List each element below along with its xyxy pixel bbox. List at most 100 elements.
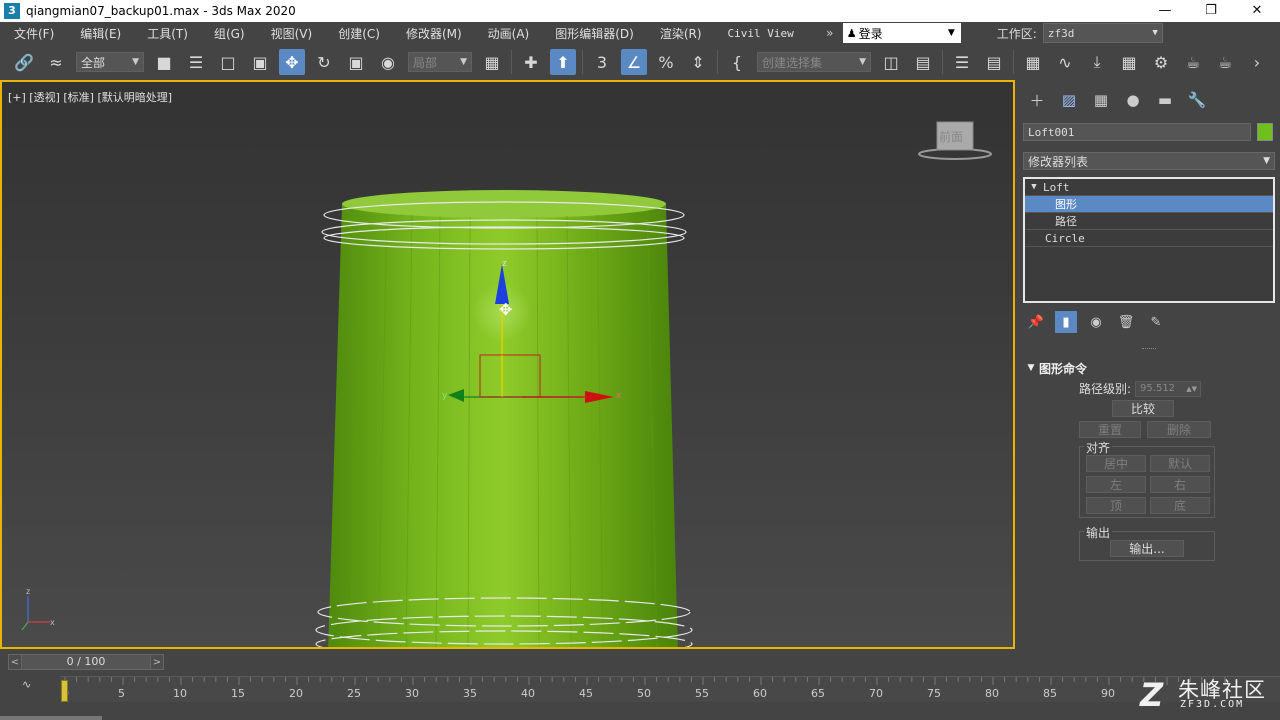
- stack-subitem-shape[interactable]: 图形: [1025, 196, 1273, 213]
- toolbar-overflow-icon[interactable]: ›: [1244, 49, 1270, 75]
- align-icon[interactable]: ▤: [910, 49, 936, 75]
- menu-civil-view[interactable]: Civil View: [715, 27, 807, 40]
- menu-rendering[interactable]: 渲染(R): [647, 25, 715, 42]
- toggle-ribbon-icon[interactable]: ▦: [1020, 49, 1046, 75]
- curve-editor-icon[interactable]: ∿: [1052, 49, 1078, 75]
- stack-subitem-path[interactable]: 路径: [1025, 213, 1273, 230]
- motion-tab-icon[interactable]: ●: [1117, 89, 1149, 111]
- align-right-button[interactable]: 右: [1150, 476, 1210, 493]
- login-dropdown[interactable]: ♟ 登录 ▼: [842, 23, 961, 43]
- select-manipulate-icon[interactable]: ✚: [518, 49, 544, 75]
- link-icon[interactable]: 🔗: [11, 49, 37, 75]
- menu-modifiers[interactable]: 修改器(M): [393, 25, 475, 42]
- menu-group[interactable]: 组(G): [201, 25, 258, 42]
- make-unique-icon[interactable]: ◉: [1085, 311, 1107, 333]
- collapse-triangle-icon[interactable]: ▼: [1025, 182, 1043, 192]
- configure-sets-icon[interactable]: ✎: [1145, 311, 1167, 333]
- menu-file[interactable]: 文件(F): [0, 25, 67, 42]
- menu-view[interactable]: 视图(V): [258, 25, 326, 42]
- modifier-list-dropdown[interactable]: 修改器列表 ▼: [1023, 152, 1275, 170]
- tick-label: 80: [985, 687, 999, 700]
- minimize-button[interactable]: —: [1142, 0, 1188, 22]
- menu-edit[interactable]: 编辑(E): [67, 25, 134, 42]
- time-slider[interactable]: < 0 / 100 >: [8, 654, 164, 670]
- move-icon[interactable]: ✥: [279, 49, 305, 75]
- app-icon[interactable]: 3: [4, 3, 20, 19]
- scene-explorer-icon[interactable]: ☰: [949, 49, 975, 75]
- schematic-view-icon[interactable]: ⤓: [1084, 49, 1110, 75]
- perspective-viewport[interactable]: [+] [透视] [标准] [默认明暗处理] ✥ z x y z x 前面: [0, 80, 1015, 649]
- close-button[interactable]: ✕: [1234, 0, 1280, 22]
- delete-button[interactable]: 删除: [1147, 421, 1211, 438]
- viewcube-front-face[interactable]: 前面: [939, 128, 963, 145]
- remove-modifier-icon[interactable]: 🗑: [1115, 311, 1137, 333]
- horizontal-scrollbar[interactable]: [0, 716, 102, 720]
- align-top-button[interactable]: 顶: [1086, 497, 1146, 514]
- menu-graph-editors[interactable]: 图形编辑器(D): [542, 25, 647, 42]
- keyboard-shortcut-override-icon[interactable]: ⬆: [550, 49, 576, 75]
- collapse-triangle-icon[interactable]: ▼: [1023, 363, 1039, 373]
- snaps-toggle-icon[interactable]: 3: [589, 49, 615, 75]
- named-selection-select[interactable]: 创建选择集 ▼: [757, 52, 871, 72]
- modify-tab-icon[interactable]: ▨: [1053, 89, 1085, 111]
- reset-button[interactable]: 重置: [1079, 421, 1141, 438]
- path-level-spinner[interactable]: 95.512 ▲▼: [1135, 380, 1202, 397]
- display-tab-icon[interactable]: ▬: [1149, 89, 1181, 111]
- pivot-center-icon[interactable]: ▦: [479, 49, 505, 75]
- stack-item-loft[interactable]: ▼ Loft: [1025, 179, 1273, 196]
- layer-explorer-icon[interactable]: ▤: [981, 49, 1007, 75]
- workspace-select[interactable]: zf3d ▼: [1042, 23, 1163, 43]
- pin-stack-icon[interactable]: 📌: [1025, 311, 1047, 333]
- mirror-icon[interactable]: ◫: [878, 49, 904, 75]
- menu-more-icon[interactable]: »: [821, 26, 839, 40]
- edit-named-selection-icon[interactable]: {: [724, 49, 750, 75]
- menu-tools[interactable]: 工具(T): [134, 25, 201, 42]
- reference-coord-select[interactable]: 局部 ▼: [408, 52, 472, 72]
- bind-spacewarp-icon[interactable]: ≈: [43, 49, 69, 75]
- maximize-button[interactable]: ❐: [1188, 0, 1234, 22]
- next-frame-button[interactable]: >: [150, 654, 164, 670]
- rotate-icon[interactable]: ↻: [311, 49, 337, 75]
- render-production-icon[interactable]: ☕: [1212, 49, 1238, 75]
- window-crossing-icon[interactable]: ▣: [247, 49, 273, 75]
- align-default-button[interactable]: 默认: [1150, 455, 1210, 472]
- placement-icon[interactable]: ◉: [375, 49, 401, 75]
- object-color-swatch[interactable]: [1257, 123, 1273, 141]
- rollout-header[interactable]: ▼ 图形命令: [1023, 360, 1275, 376]
- select-by-name-icon[interactable]: ☰: [183, 49, 209, 75]
- align-bottom-button[interactable]: 底: [1150, 497, 1210, 514]
- hierarchy-tab-icon[interactable]: ▦: [1085, 89, 1117, 111]
- utilities-tab-icon[interactable]: 🔧: [1181, 89, 1213, 111]
- align-left-button[interactable]: 左: [1086, 476, 1146, 493]
- trackbar-ticks[interactable]: 0 5 10 15 20 25 30 35 40 45 50 55 60 65 …: [60, 676, 1280, 702]
- output-button[interactable]: 输出...: [1110, 540, 1184, 557]
- menu-create[interactable]: 创建(C): [325, 25, 393, 42]
- percent-snap-icon[interactable]: %: [653, 49, 679, 75]
- mini-curve-editor-icon[interactable]: ∿: [22, 678, 42, 694]
- menu-animation[interactable]: 动画(A): [475, 25, 543, 42]
- create-tab-icon[interactable]: ＋: [1021, 89, 1053, 111]
- frame-display[interactable]: 0 / 100: [22, 654, 150, 670]
- show-end-result-icon[interactable]: ▮: [1055, 311, 1077, 333]
- scale-icon[interactable]: ▣: [343, 49, 369, 75]
- compare-button[interactable]: 比较: [1112, 400, 1174, 417]
- spinner-arrows-icon[interactable]: ▲▼: [1186, 385, 1197, 393]
- path-level-value: 95.512: [1140, 383, 1176, 394]
- render-setup-icon[interactable]: ⚙: [1148, 49, 1174, 75]
- align-center-button[interactable]: 居中: [1086, 455, 1146, 472]
- selection-filter-select[interactable]: 全部 ▼: [76, 52, 144, 72]
- viewcube[interactable]: 前面: [917, 120, 993, 165]
- panel-grip[interactable]: [1142, 348, 1156, 350]
- stack-item-circle[interactable]: Circle: [1025, 230, 1273, 247]
- prev-frame-button[interactable]: <: [8, 654, 22, 670]
- current-time-marker[interactable]: [61, 680, 68, 702]
- rendered-frame-icon[interactable]: ☕: [1180, 49, 1206, 75]
- spinner-snap-icon[interactable]: ⇕: [685, 49, 711, 75]
- material-editor-icon[interactable]: ▦: [1116, 49, 1142, 75]
- object-name-field[interactable]: Loft001: [1023, 123, 1251, 141]
- zf3d-watermark: Z 朱峰社区 ZF3D.COM: [1140, 674, 1268, 714]
- select-object-icon[interactable]: ■: [151, 49, 177, 75]
- selection-filter-value: 全部: [81, 55, 106, 70]
- rect-selection-icon[interactable]: □: [215, 49, 241, 75]
- angle-snap-icon[interactable]: ∠: [621, 49, 647, 75]
